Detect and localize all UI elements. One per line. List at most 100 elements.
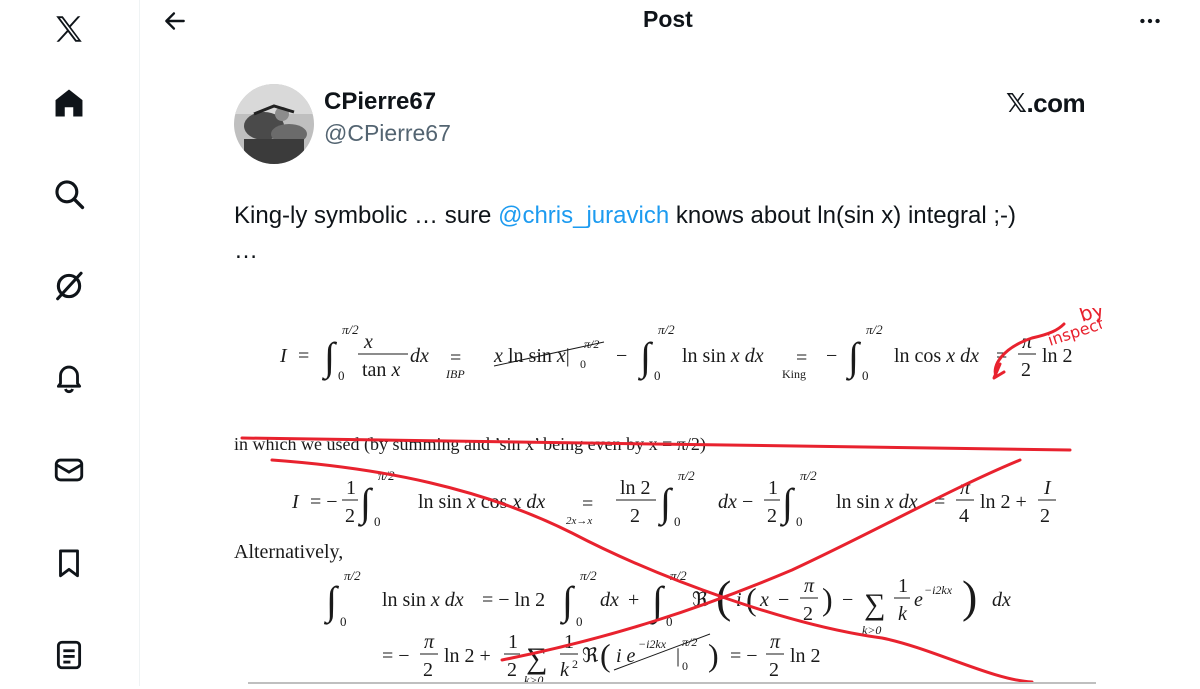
more-icon bbox=[1140, 18, 1160, 24]
svg-text:): ) bbox=[822, 581, 833, 617]
svg-text:tan x: tan x bbox=[362, 359, 400, 381]
svg-text:+: + bbox=[628, 589, 639, 611]
svg-text:2: 2 bbox=[769, 659, 779, 681]
svg-text:π/2: π/2 bbox=[344, 568, 361, 583]
svg-text:2: 2 bbox=[572, 657, 578, 671]
svg-text:=: = bbox=[298, 345, 309, 367]
svg-text:1: 1 bbox=[508, 631, 518, 653]
svg-text:ln 2 +: ln 2 + bbox=[980, 491, 1027, 513]
bookmark-icon[interactable] bbox=[40, 534, 98, 592]
post-card: CPierre67 @CPierre67 𝕏.com King-ly symbo… bbox=[140, 44, 1200, 687]
home-icon[interactable] bbox=[40, 74, 98, 132]
svg-text:dx: dx bbox=[410, 345, 429, 367]
messages-icon[interactable] bbox=[40, 441, 98, 499]
king-label: King bbox=[782, 367, 806, 381]
svg-text:I: I bbox=[1043, 477, 1052, 499]
svg-text:ln sin x cos x dx: ln sin x cos x dx bbox=[418, 491, 545, 513]
svg-text:k: k bbox=[898, 603, 908, 625]
svg-text:ln 2: ln 2 bbox=[1042, 345, 1073, 367]
svg-text:0: 0 bbox=[338, 368, 345, 383]
user-handle[interactable]: @CPierre67 bbox=[324, 120, 451, 147]
alternatively-label: Alternatively, bbox=[234, 541, 343, 563]
svg-text:x: x bbox=[493, 345, 503, 367]
svg-text:(: ( bbox=[600, 637, 611, 673]
svg-text:π/2: π/2 bbox=[658, 322, 675, 337]
svg-text:−: − bbox=[616, 345, 627, 367]
sub-label: 2x→x bbox=[566, 515, 592, 527]
bell-icon[interactable] bbox=[40, 348, 98, 406]
svg-text:π/2: π/2 bbox=[866, 322, 883, 337]
svg-text:π/2: π/2 bbox=[678, 468, 695, 483]
svg-text:0: 0 bbox=[796, 514, 803, 529]
svg-text:π/2: π/2 bbox=[580, 568, 597, 583]
x-logo-icon[interactable] bbox=[40, 0, 98, 58]
svg-text:= − ln 2: = − ln 2 bbox=[482, 589, 545, 611]
svg-text:∫: ∫ bbox=[657, 480, 674, 527]
source-label: 𝕏.com bbox=[1006, 88, 1086, 118]
svg-text:i e: i e bbox=[616, 645, 636, 667]
svg-text:0: 0 bbox=[862, 368, 869, 383]
svg-text:π: π bbox=[770, 631, 781, 653]
svg-text:4: 4 bbox=[959, 505, 969, 527]
arrow-left-icon bbox=[165, 12, 185, 30]
svg-text:=: = bbox=[450, 347, 461, 369]
ibp-label: IBP bbox=[445, 367, 465, 381]
svg-text:∫: ∫ bbox=[321, 334, 338, 381]
svg-text:∫: ∫ bbox=[845, 334, 862, 381]
svg-text:x: x bbox=[363, 331, 373, 353]
lists-icon[interactable] bbox=[40, 626, 98, 684]
svg-text:0: 0 bbox=[682, 659, 688, 673]
svg-text:1: 1 bbox=[768, 477, 778, 499]
svg-text:2: 2 bbox=[630, 505, 640, 527]
svg-text:∫: ∫ bbox=[637, 334, 654, 381]
page-title: Post bbox=[643, 6, 693, 32]
svg-text:0: 0 bbox=[374, 514, 381, 529]
avatar[interactable] bbox=[234, 84, 314, 164]
svg-text:ln 2: ln 2 bbox=[790, 645, 821, 667]
svg-text:ln cos x dx: ln cos x dx bbox=[894, 345, 979, 367]
search-icon[interactable] bbox=[40, 165, 98, 223]
image-bottom-border bbox=[248, 682, 1096, 684]
svg-text:∫: ∫ bbox=[357, 480, 374, 527]
svg-text:π: π bbox=[804, 575, 815, 597]
back-button[interactable] bbox=[158, 4, 192, 38]
svg-text:dx: dx bbox=[718, 491, 737, 513]
svg-text:ln sin x dx: ln sin x dx bbox=[682, 345, 764, 367]
svg-text:2: 2 bbox=[345, 505, 355, 527]
svg-text:π: π bbox=[424, 631, 435, 653]
svg-text:2: 2 bbox=[767, 505, 777, 527]
post-text-before: King-ly symbolic … sure bbox=[234, 202, 499, 229]
svg-text:π/2: π/2 bbox=[342, 322, 359, 337]
svg-text:): ) bbox=[708, 637, 719, 673]
svg-text:ln sin x dx: ln sin x dx bbox=[836, 491, 918, 513]
post-header: Post bbox=[140, 0, 1200, 44]
svg-text:2: 2 bbox=[507, 659, 517, 681]
svg-text:ln sin x dx: ln sin x dx bbox=[382, 589, 464, 611]
svg-text:I: I bbox=[291, 491, 300, 513]
mention-link[interactable]: @chris_juravich bbox=[498, 202, 669, 229]
svg-text:−: − bbox=[842, 589, 853, 611]
display-name[interactable]: CPierre67 bbox=[324, 88, 436, 116]
svg-text:=: = bbox=[582, 493, 593, 515]
math-image[interactable]: I = ∫ π/2 0 x tan x dx = IBP x ln sin x|… bbox=[232, 296, 1130, 687]
svg-text:0: 0 bbox=[654, 368, 661, 383]
svg-text:e: e bbox=[914, 589, 923, 611]
svg-text:∫: ∫ bbox=[779, 480, 796, 527]
svg-text:0: 0 bbox=[580, 357, 586, 371]
svg-text:−i2kx: −i2kx bbox=[924, 583, 953, 597]
svg-text:0: 0 bbox=[576, 614, 583, 629]
svg-text:∫: ∫ bbox=[323, 578, 340, 625]
left-nav bbox=[0, 0, 140, 686]
svg-text:0: 0 bbox=[674, 514, 681, 529]
svg-text:I: I bbox=[279, 345, 288, 367]
svg-text:1: 1 bbox=[346, 477, 356, 499]
svg-text:): ) bbox=[962, 571, 977, 622]
svg-text:∫: ∫ bbox=[559, 578, 576, 625]
svg-text:−: − bbox=[742, 491, 753, 513]
svg-text:−: − bbox=[826, 345, 837, 367]
grok-icon[interactable] bbox=[40, 257, 98, 315]
more-options-button[interactable] bbox=[1130, 6, 1170, 36]
svg-text:−i2kx: −i2kx bbox=[638, 637, 667, 651]
svg-text:= −: = − bbox=[382, 645, 410, 667]
svg-text:x: x bbox=[759, 589, 769, 611]
